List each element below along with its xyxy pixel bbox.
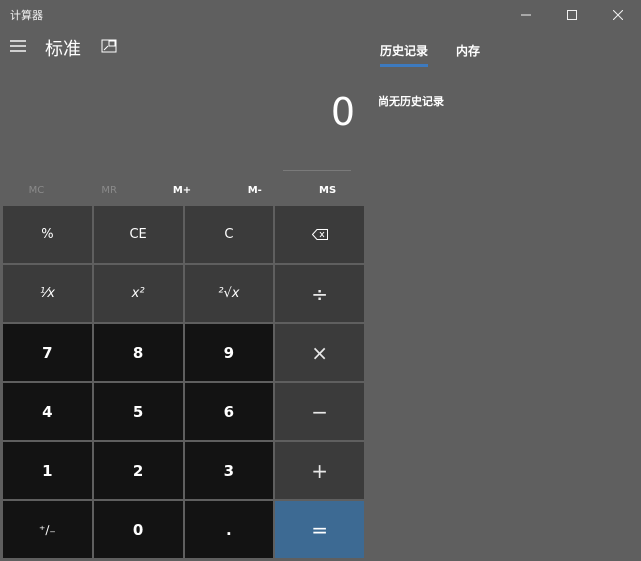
- calculator-header: 标准: [0, 30, 370, 64]
- window-controls: [503, 0, 641, 30]
- keep-on-top-icon[interactable]: [101, 39, 117, 53]
- close-button[interactable]: [595, 0, 641, 30]
- digit-5-button[interactable]: 5: [93, 383, 183, 440]
- digit-2-button[interactable]: 2: [93, 442, 183, 499]
- title-bar: 计算器: [0, 0, 641, 30]
- square-root-button[interactable]: ²√x: [184, 265, 274, 322]
- backspace-icon: [311, 229, 328, 240]
- panel-tabs: 历史记录 内存: [380, 42, 480, 67]
- square-button[interactable]: x²: [93, 265, 183, 322]
- maximize-icon: [567, 10, 577, 20]
- digit-6-button[interactable]: 6: [184, 383, 274, 440]
- keypad: % CE C ⅟x x² ²√x ÷ 7 8 9 × 4 5 6 − 1 2 3…: [3, 206, 364, 558]
- history-panel: 历史记录 内存 尚无历史记录: [370, 30, 641, 561]
- mode-title: 标准: [45, 39, 81, 60]
- multiply-button[interactable]: ×: [275, 324, 364, 381]
- memory-subtract-button[interactable]: M-: [218, 175, 291, 205]
- clear-button[interactable]: C: [184, 206, 274, 263]
- minimize-icon: [521, 14, 531, 16]
- digit-8-button[interactable]: 8: [93, 324, 183, 381]
- digit-9-button[interactable]: 9: [184, 324, 274, 381]
- tab-history[interactable]: 历史记录: [380, 42, 429, 67]
- digit-3-button[interactable]: 3: [184, 442, 274, 499]
- reciprocal-button[interactable]: ⅟x: [3, 265, 92, 322]
- memory-divider: [283, 170, 351, 171]
- divide-button[interactable]: ÷: [275, 265, 364, 322]
- digit-4-button[interactable]: 4: [3, 383, 92, 440]
- digit-7-button[interactable]: 7: [3, 324, 92, 381]
- clear-entry-button[interactable]: CE: [93, 206, 183, 263]
- plus-button[interactable]: +: [275, 442, 364, 499]
- equals-button[interactable]: =: [275, 501, 364, 558]
- minus-button[interactable]: −: [275, 383, 364, 440]
- history-empty-message: 尚无历史记录: [378, 95, 444, 108]
- close-icon: [613, 10, 623, 20]
- minimize-button[interactable]: [503, 0, 549, 30]
- memory-row: MC MR M+ M- MS: [0, 175, 364, 205]
- result-display: 0: [330, 90, 355, 134]
- decimal-button[interactable]: .: [184, 501, 274, 558]
- memory-store-button[interactable]: MS: [291, 175, 364, 205]
- memory-recall-button[interactable]: MR: [73, 175, 146, 205]
- memory-clear-button[interactable]: MC: [0, 175, 73, 205]
- memory-add-button[interactable]: M+: [146, 175, 219, 205]
- hamburger-icon[interactable]: [9, 38, 27, 54]
- digit-0-button[interactable]: 0: [93, 501, 183, 558]
- digit-1-button[interactable]: 1: [3, 442, 92, 499]
- backspace-button[interactable]: [275, 206, 364, 263]
- negate-button[interactable]: ⁺∕₋: [3, 501, 92, 558]
- app-title: 计算器: [10, 9, 43, 22]
- maximize-button[interactable]: [549, 0, 595, 30]
- tab-memory[interactable]: 内存: [456, 42, 480, 67]
- percent-button[interactable]: %: [3, 206, 92, 263]
